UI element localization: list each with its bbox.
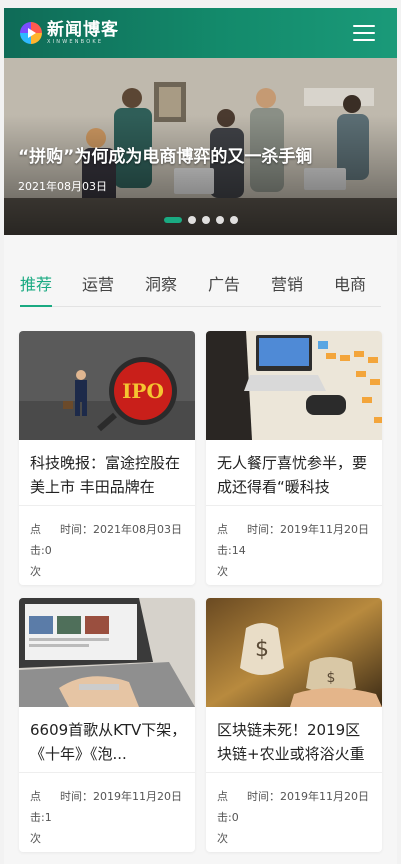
- top-header: 新闻博客 XINWENBOKE: [4, 8, 397, 58]
- article-title[interactable]: 科技晚报：富途控股在美上市 丰田品牌在: [30, 451, 188, 499]
- article-title[interactable]: 无人餐厅喜忧参半，要成还得看“暖科技: [217, 451, 375, 499]
- tab-operations[interactable]: 运营: [82, 273, 114, 297]
- article-card[interactable]: 无人餐厅喜忧参半，要成还得看“暖科技 点击:14次 时间：2019年11月20日: [206, 331, 382, 585]
- card-divider: [206, 772, 382, 773]
- carousel-dot-2[interactable]: [188, 216, 196, 224]
- svg-text:IPO: IPO: [122, 379, 164, 403]
- logo-text: 新闻博客 XINWENBOKE: [47, 21, 119, 46]
- article-time: 时间：2019年11月20日: [247, 523, 369, 536]
- tab-recommend[interactable]: 推荐: [20, 273, 53, 307]
- banner-title[interactable]: “拼购”为何成为电商博弈的又一杀手锏: [18, 142, 312, 167]
- article-title[interactable]: 6609首歌从KTV下架，《十年》《泡...: [30, 718, 188, 766]
- card-divider: [19, 772, 195, 773]
- banner-date: 2021年08月03日: [18, 180, 107, 193]
- article-card[interactable]: $ $ 区块链未死！2019区块链+农业或将浴火重 点击:0次 时间：2019年…: [206, 598, 382, 852]
- article-card[interactable]: 6609首歌从KTV下架，《十年》《泡... 点击:1次 时间：2019年11月…: [19, 598, 195, 852]
- article-card[interactable]: IPO 科技晚报：富途控股在美上市 丰田品牌在 点击:0次 时间：2021年08…: [19, 331, 195, 585]
- content-panel: 推荐 运营 洞察 广告 营销 电商 IPO 科技晚报：富途控股在美上市 丰田品牌…: [4, 235, 397, 864]
- card-divider: [206, 505, 382, 506]
- article-views: 点击:0次: [30, 523, 52, 578]
- logo-subtitle: XINWENBOKE: [47, 38, 104, 45]
- article-thumbnail[interactable]: [19, 598, 195, 707]
- article-views: 点击:1次: [30, 790, 52, 845]
- carousel-dot-4[interactable]: [216, 216, 224, 224]
- hero-carousel[interactable]: “拼购”为何成为电商博弈的又一杀手锏 2021年08月03日: [4, 58, 397, 235]
- tab-insights[interactable]: 洞察: [145, 273, 177, 297]
- article-thumbnail[interactable]: [206, 331, 382, 440]
- article-views: 点击:0次: [217, 790, 239, 845]
- article-time: 时间：2019年11月20日: [60, 790, 182, 803]
- article-thumbnail[interactable]: $ $: [206, 598, 382, 707]
- card-divider: [19, 505, 195, 506]
- logo-title: 新闻博客: [47, 19, 119, 40]
- carousel-dot-1[interactable]: [164, 217, 182, 223]
- article-time: 时间：2021年08月03日: [60, 523, 182, 536]
- article-time: 时间：2019年11月20日: [247, 790, 369, 803]
- svg-text:$: $: [255, 637, 269, 662]
- carousel-dot-5[interactable]: [230, 216, 238, 224]
- svg-text:$: $: [327, 670, 336, 686]
- tab-advertising[interactable]: 广告: [208, 273, 240, 297]
- hamburger-icon[interactable]: [353, 25, 375, 41]
- article-title[interactable]: 区块链未死！2019区块链+农业或将浴火重: [217, 718, 375, 766]
- tab-ecommerce[interactable]: 电商: [334, 273, 366, 297]
- carousel-indicators: [164, 216, 238, 224]
- logo-play-icon: [20, 22, 42, 44]
- category-tabs: 推荐 运营 洞察 广告 营销 电商: [20, 273, 381, 307]
- site-logo[interactable]: 新闻博客 XINWENBOKE: [20, 19, 119, 47]
- article-views: 点击:14次: [217, 523, 246, 578]
- tab-marketing[interactable]: 营销: [271, 273, 303, 297]
- carousel-dot-3[interactable]: [202, 216, 210, 224]
- article-thumbnail[interactable]: IPO: [19, 331, 195, 440]
